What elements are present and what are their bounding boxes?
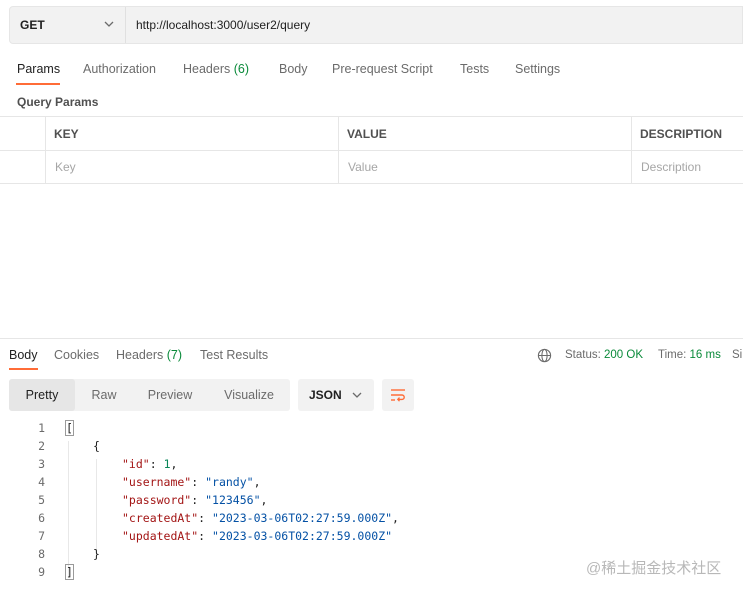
size-readout[interactable]: Si xyxy=(732,349,742,361)
view-visualize-button[interactable]: Visualize xyxy=(215,379,283,411)
view-mode-group: Pretty Raw Preview Visualize xyxy=(9,379,290,411)
tab-params[interactable]: Params xyxy=(17,62,60,76)
response-tab-headers[interactable]: Headers (7) xyxy=(116,348,182,362)
code-text: } xyxy=(93,547,100,561)
line-number: 8 xyxy=(38,547,45,561)
column-divider xyxy=(631,117,632,184)
status-readout[interactable]: Status: 200 OK xyxy=(565,349,643,361)
globe-icon[interactable] xyxy=(537,348,552,363)
query-params-title: Query Params xyxy=(17,95,99,109)
active-tab-indicator xyxy=(16,83,60,85)
active-response-tab-indicator xyxy=(9,368,38,370)
line-number: 3 xyxy=(38,457,45,471)
json-key: "password" xyxy=(122,493,192,507)
json-comma: , xyxy=(260,493,268,507)
code-line: 7 "updatedAt": "2023-03-06T02:27:59.000Z… xyxy=(0,529,743,547)
tab-settings[interactable]: Settings xyxy=(515,62,560,76)
code-line: 4 "username": "randy", xyxy=(0,475,743,493)
json-comma: , xyxy=(170,457,178,471)
line-number: 5 xyxy=(38,493,45,507)
time-label: Time: xyxy=(658,349,687,361)
view-pretty-button[interactable]: Pretty xyxy=(9,379,75,411)
code-text: { xyxy=(93,439,100,453)
code-line: 1 [ xyxy=(0,420,743,439)
code-text: "username": "randy", xyxy=(122,475,261,489)
value-input[interactable]: Value xyxy=(348,160,378,174)
response-tab-headers-count: (7) xyxy=(166,348,183,362)
response-tab-cookies[interactable]: Cookies xyxy=(54,348,99,362)
response-tab-body[interactable]: Body xyxy=(9,348,38,362)
code-line: 3 "id": 1, xyxy=(0,457,743,475)
json-value: 1 xyxy=(163,457,171,471)
pane-divider[interactable] xyxy=(0,338,743,339)
tab-headers[interactable]: Headers (6) xyxy=(183,62,249,76)
column-header-value: VALUE xyxy=(347,127,387,141)
line-number: 9 xyxy=(38,565,45,579)
json-key: "updatedAt" xyxy=(122,529,199,543)
code-line: 2 { xyxy=(0,439,743,457)
json-key: "username" xyxy=(122,475,192,489)
view-preview-button[interactable]: Preview xyxy=(137,379,203,411)
wrap-lines-button[interactable] xyxy=(382,379,414,411)
json-value: "2023-03-06T02:27:59.000Z" xyxy=(212,529,393,543)
line-number: 7 xyxy=(38,529,45,543)
column-header-key: KEY xyxy=(54,127,79,141)
chevron-down-icon xyxy=(104,21,114,27)
json-value: "123456" xyxy=(205,493,261,507)
code-text: "password": "123456", xyxy=(122,493,268,507)
method-dropdown[interactable]: GET xyxy=(10,7,126,43)
view-raw-button[interactable]: Raw xyxy=(81,379,127,411)
line-number: 1 xyxy=(38,421,45,435)
response-tab-test-results[interactable]: Test Results xyxy=(200,348,268,362)
format-label: JSON xyxy=(309,388,342,402)
code-text: "id": 1, xyxy=(122,457,178,471)
response-tab-headers-label: Headers xyxy=(116,348,164,362)
wrap-lines-icon xyxy=(391,389,405,402)
tab-authorization[interactable]: Authorization xyxy=(83,62,156,76)
json-value: "2023-03-06T02:27:59.000Z" xyxy=(212,511,393,525)
tab-tests[interactable]: Tests xyxy=(460,62,489,76)
code-text: "updatedAt": "2023-03-06T02:27:59.000Z" xyxy=(122,529,393,543)
json-comma: , xyxy=(253,475,261,489)
status-value: 200 OK xyxy=(604,349,644,361)
chevron-down-icon xyxy=(352,392,362,398)
watermark: @稀土掘金技术社区 xyxy=(586,560,722,577)
description-input[interactable]: Description xyxy=(641,160,701,174)
time-value: 16 ms xyxy=(689,349,721,361)
code-text: ] xyxy=(65,564,74,580)
tab-headers-label: Headers xyxy=(183,62,231,76)
json-key: "createdAt" xyxy=(122,511,199,525)
code-line: 6 "createdAt": "2023-03-06T02:27:59.000Z… xyxy=(0,511,743,529)
line-number: 4 xyxy=(38,475,45,489)
json-value: "randy" xyxy=(205,475,254,489)
code-text: "createdAt": "2023-03-06T02:27:59.000Z", xyxy=(122,511,399,525)
column-divider xyxy=(45,117,46,184)
time-readout[interactable]: Time: 16 ms xyxy=(658,349,721,361)
json-key: "id" xyxy=(122,457,150,471)
line-number: 2 xyxy=(38,439,45,453)
method-label: GET xyxy=(20,18,45,32)
status-label: Status: xyxy=(565,349,601,361)
query-params-table: KEY VALUE DESCRIPTION Key Value Descript… xyxy=(0,116,743,184)
tab-body[interactable]: Body xyxy=(279,62,308,76)
format-dropdown[interactable]: JSON xyxy=(298,379,374,411)
code-text: [ xyxy=(65,420,74,436)
column-header-description: DESCRIPTION xyxy=(640,127,723,141)
column-divider xyxy=(338,117,339,184)
code-line: 5 "password": "123456", xyxy=(0,493,743,511)
tab-prerequest-script[interactable]: Pre-request Script xyxy=(332,62,433,76)
json-comma: , xyxy=(392,511,399,525)
line-number: 6 xyxy=(38,511,45,525)
request-url-bar: GET http://localhost:3000/user2/query xyxy=(9,6,743,44)
url-input[interactable]: http://localhost:3000/user2/query xyxy=(126,7,310,43)
key-input[interactable]: Key xyxy=(55,160,76,174)
tab-headers-count: (6) xyxy=(233,62,250,76)
